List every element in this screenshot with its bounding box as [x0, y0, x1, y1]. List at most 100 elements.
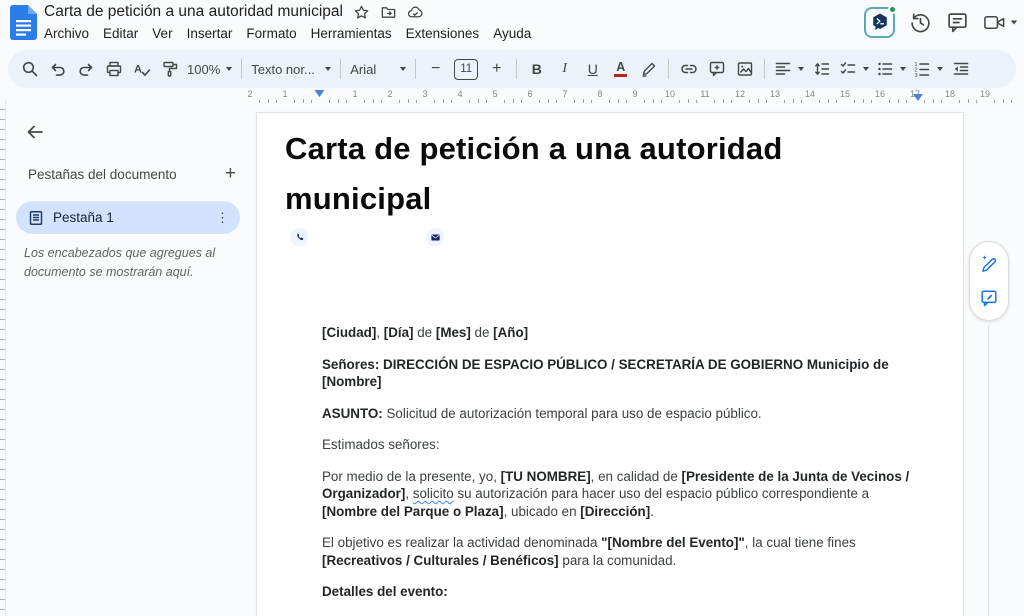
undo-button[interactable]	[44, 56, 71, 83]
numbered-list-button[interactable]: 123	[910, 56, 946, 83]
chevron-down-icon	[226, 67, 232, 71]
color-swatch	[614, 74, 627, 78]
menu-extensiones[interactable]: Extensiones	[399, 24, 487, 43]
menu-ayuda[interactable]: Ayuda	[486, 24, 538, 43]
ruler-number: 8	[597, 89, 602, 99]
paragraph: Por medio de la presente, yo, [TU NOMBRE…	[322, 468, 922, 521]
ruler-number: 2	[248, 89, 253, 99]
chevron-down-icon	[937, 67, 943, 71]
tab-options-button[interactable]: ⋮	[216, 215, 228, 220]
menu-insertar[interactable]: Insertar	[180, 24, 240, 43]
spell-check-button[interactable]: A	[128, 56, 155, 83]
ruler-number: 1	[352, 89, 357, 99]
ruler-number: 16	[875, 89, 885, 99]
text-color-button[interactable]: A	[607, 56, 634, 83]
chevron-down-icon	[325, 67, 331, 71]
ruler-number: 2	[387, 89, 392, 99]
document-title[interactable]: Carta de petición a una autoridad munici…	[44, 3, 343, 21]
email-icon	[426, 228, 444, 246]
letter-body[interactable]: [Ciudad], [Día] de [Mes] de [Año]Señores…	[322, 324, 922, 615]
decrease-indent-button[interactable]	[947, 56, 974, 83]
formatting-toolbar: A 100% Texto nor... Arial − 11 + B I U A	[8, 50, 1016, 88]
chevron-down-icon	[863, 67, 869, 71]
styles-select[interactable]: Texto nor...	[248, 56, 334, 83]
ruler-number: 7	[562, 89, 567, 99]
print-button[interactable]	[100, 56, 127, 83]
bulleted-list-button[interactable]	[873, 56, 909, 83]
horizontal-ruler[interactable]: 2112345678910111213141516171819	[248, 88, 1024, 106]
menu-archivo[interactable]: Archivo	[37, 24, 96, 43]
ruler-number: 9	[632, 89, 637, 99]
insert-image-button[interactable]	[731, 56, 758, 83]
google-docs-icon[interactable]	[10, 5, 37, 40]
align-button[interactable]	[771, 56, 807, 83]
gemini-icon	[870, 12, 890, 32]
vertical-ruler	[0, 100, 6, 616]
tabs-hint-text: Los encabezados que agregues al document…	[24, 244, 222, 282]
ruler-number: 11	[700, 89, 709, 99]
star-icon[interactable]	[353, 4, 370, 21]
contact-bar: (212) 256-1414 sucorreo@gmail.com	[274, 221, 963, 253]
font-size-input[interactable]: 11	[454, 59, 478, 80]
chevron-down-icon	[400, 67, 406, 71]
phone-number: (212) 256-1414	[316, 230, 398, 244]
meet-button[interactable]	[983, 11, 1018, 34]
ruler-number: 15	[840, 89, 850, 99]
comments-icon[interactable]	[946, 11, 969, 34]
help-me-write-button[interactable]	[977, 252, 1001, 276]
gemini-button[interactable]	[864, 7, 895, 38]
ruler-number: 19	[980, 89, 990, 99]
chevron-down-icon	[1011, 20, 1017, 24]
add-tab-button[interactable]: +	[225, 166, 236, 182]
status-dot	[888, 5, 897, 14]
image-suggestion-button[interactable]	[977, 286, 1001, 310]
document-tabs-sidebar: Pestañas del documento + Pestaña 1 ⋮ Los…	[7, 100, 248, 616]
cloud-status-icon[interactable]	[407, 4, 424, 21]
highlight-color-button[interactable]	[635, 56, 662, 83]
add-comment-button[interactable]	[703, 56, 730, 83]
ruler-number: 12	[735, 89, 745, 99]
menu-bar: ArchivoEditarVerInsertarFormatoHerramien…	[37, 24, 538, 43]
document-tab-icon	[28, 210, 44, 226]
ruler-number: 18	[945, 89, 955, 99]
paint-format-button[interactable]	[156, 56, 183, 83]
version-history-icon[interactable]	[909, 11, 932, 34]
search-menus-button[interactable]	[16, 56, 43, 83]
menu-herramientas[interactable]: Herramientas	[304, 24, 399, 43]
document-page[interactable]: Carta de petición a una autoridad munici…	[256, 112, 964, 616]
letter-title: Carta de petición a una autoridad munici…	[285, 124, 910, 224]
tabs-panel-title: Pestañas del documento	[28, 167, 177, 182]
video-call-icon	[983, 11, 1006, 34]
checklist-button[interactable]	[836, 56, 872, 83]
ruler-number: 13	[770, 89, 780, 99]
font-select[interactable]: Arial	[347, 56, 409, 83]
paragraph: Estimados señores:	[322, 436, 922, 454]
ruler-number: 6	[527, 89, 532, 99]
underline-button[interactable]: U	[579, 56, 606, 83]
email-chip: sucorreo@gmail.com	[426, 228, 566, 246]
redo-button[interactable]	[72, 56, 99, 83]
paragraph: [Ciudad], [Día] de [Mes] de [Año]	[322, 324, 922, 342]
paragraph: ASUNTO: Solicitud de autorización tempor…	[322, 405, 922, 423]
sidebar-item-tab1[interactable]: Pestaña 1 ⋮	[16, 201, 240, 234]
left-indent-marker[interactable]	[315, 90, 326, 97]
ruler-number: 10	[665, 89, 675, 99]
line-spacing-button[interactable]	[808, 56, 835, 83]
zoom-select[interactable]: 100%	[184, 56, 235, 83]
font-size-decrease-button[interactable]: −	[422, 56, 449, 83]
menu-editar[interactable]: Editar	[96, 24, 145, 43]
bold-button[interactable]: B	[523, 56, 550, 83]
font-size-increase-button[interactable]: +	[483, 56, 510, 83]
menu-formato[interactable]: Formato	[239, 24, 303, 43]
chevron-down-icon	[900, 67, 906, 71]
insert-link-button[interactable]	[675, 56, 702, 83]
move-folder-icon[interactable]	[380, 4, 397, 21]
back-arrow-button[interactable]	[21, 118, 49, 146]
email-address: sucorreo@gmail.com	[452, 230, 566, 244]
ruler-number: 1	[282, 89, 287, 99]
svg-text:3: 3	[915, 73, 918, 78]
app-header: Carta de petición a una autoridad munici…	[0, 0, 1024, 46]
italic-button[interactable]: I	[551, 56, 578, 83]
menu-ver[interactable]: Ver	[145, 24, 179, 43]
svg-text:A: A	[134, 64, 142, 76]
